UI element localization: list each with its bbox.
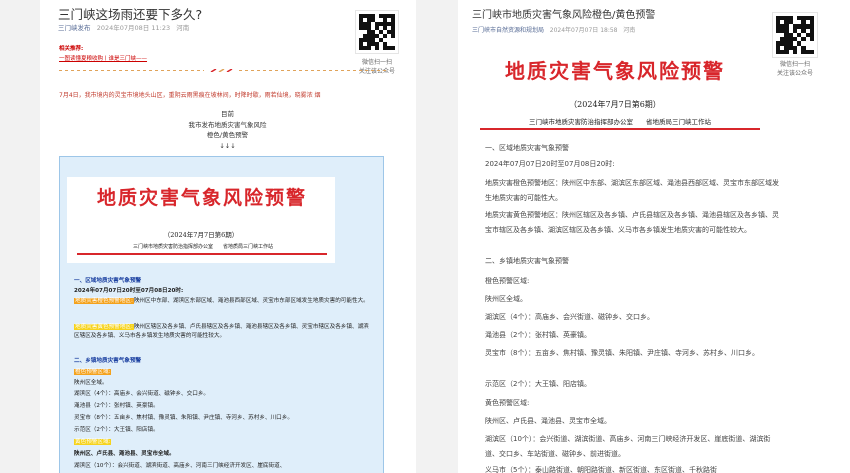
warning-office: 三门峡市地质灾害防治指挥部办公室 省地质局三门峡工作站	[529, 118, 711, 126]
orange-tag: 地质灾害橙色预警地区:	[74, 298, 134, 304]
center-line-3: 橙色/黄色预警	[206, 131, 249, 139]
town-line-mianchi: 渑池县（2个）：张村镇、英豪镇。	[485, 331, 591, 339]
article-title[interactable]: 三门峡市地质灾害气象风险橙色/黄色预警	[472, 6, 655, 21]
orange-area-label: 橙色预警区域:	[485, 277, 530, 285]
section2-heading: 二、乡镇地质灾害气象预警	[485, 257, 569, 265]
town-line-shanzhou: 陕州区全域。	[485, 295, 527, 303]
center-line-4: ↓↓↓	[219, 141, 236, 150]
town-line-yellow2: 湖滨区（10个）：会兴街道、湖滨街道、高庙乡、河南三门峡经济开发区、崖底街道、	[74, 463, 286, 469]
warning-office: 三门峡市地质灾害防治指挥部办公室 省地质局三门峡工作站	[132, 244, 273, 250]
orange-text: 陕州区中东部、湖滨区东部区域、渑池县西部区域、灵宝市东部区域发生地质灾害的可能性…	[133, 298, 369, 304]
qr-caption-line1: 微信扫一扫	[779, 61, 810, 68]
related-label: 相关推荐:	[59, 46, 84, 52]
orange-region-para: 地质灾害橙色预警地区:陕州区中东部、湖滨区东部区域、渑池县西部区域、灵宝市东部区…	[74, 297, 372, 306]
publish-datetime: 2024年07月08日 11:23	[96, 24, 171, 32]
orange-region-para: 地质灾害橙色预警地区：陕州区中东部、湖滨区东部区域、渑池县西部区域、灵宝市东部区…	[485, 179, 779, 202]
yellow-area-tag: 黄色预警区域:	[74, 439, 112, 445]
publish-datetime: 2024年07月07日 18:58	[549, 27, 618, 34]
warning-big-title: 地质灾害气象风险预警	[96, 187, 307, 209]
warning-time: 2024年07月07日20时至07月08日20时:	[74, 288, 184, 294]
town-line-yellow2: 湖滨区（10个）：会兴街道、湖滨街道、高庙乡、河南三门峡经济开发区、崖底街道、湖…	[485, 435, 771, 458]
warning-issue: （2024年7月7日第6期）	[569, 100, 661, 109]
qr-caption-line2: 关注该公众号	[776, 70, 813, 77]
town-line-shanzhou: 陕州区全域。	[74, 380, 108, 386]
center-line-2: 我市发布地质灾害气象风险	[188, 120, 267, 129]
section2-heading: 二、乡镇地质灾害气象预警	[74, 358, 142, 364]
decorative-divider	[59, 69, 389, 72]
article-meta: 三门峡发布 2024年07月08日 11:23 河南	[58, 22, 189, 32]
qr-code-icon	[772, 12, 818, 58]
qr-caption: 微信扫一扫 关注该公众号	[347, 58, 407, 76]
town-line-hubin: 湖滨区（4个）：高庙乡、会兴街道、磁钟乡、交口乡。	[485, 313, 654, 321]
orange-area-label: 橙色预警区域:	[74, 368, 372, 377]
section1-heading: 一、区域地质灾害气象预警	[485, 144, 569, 152]
center-announcement: 目前 我市发布地质灾害气象风险 橙色/黄色预警 ↓↓↓	[140, 109, 315, 151]
red-rule	[480, 128, 760, 130]
town-line-shifan: 示范区（2个）：大王镇、阳店镇。	[485, 380, 591, 388]
account-name[interactable]: 三门峡市自然资源和规划局	[472, 27, 544, 34]
right-article: 三门峡市地质灾害气象风险橙色/黄色预警 三门峡市自然资源和规划局 2024年07…	[458, 0, 850, 473]
town-line-lingbao: 灵宝市（8个）：五亩乡、焦村镇、豫灵镇、朱阳镇、尹庄镇、寺河乡、苏村乡、川口乡。	[74, 415, 293, 421]
yellow-area-label: 黄色预警区域:	[485, 399, 530, 407]
yellow-area-label: 黄色预警区域:	[74, 438, 372, 447]
town-line-yellow1: 陕州区、卢氏县、渑池县、灵宝市全域。	[74, 451, 175, 457]
yellow-region-para: 地质灾害黄色预警地区：陕州区辖区及各乡镇、卢氏县辖区及各乡镇、渑池县辖区及各乡镇…	[485, 211, 779, 234]
related-link[interactable]: 一图读懂夏粮收购丨谁是三门峡——	[59, 54, 147, 62]
yellow-region-para: 地质灾害黄色预警地区:陕州区辖区及各乡镇、卢氏县辖区及各乡镇、渑池县辖区及各乡镇…	[74, 323, 372, 341]
warning-time: 2024年07月07日20时至07月08日20时:	[485, 160, 615, 168]
town-line-yellow1: 陕州区、卢氏县、渑池县、灵宝市全域。	[485, 417, 611, 425]
left-article: 三门峡这场雨还要下多久? 三门峡发布 2024年07月08日 11:23 河南 …	[40, 0, 416, 473]
publish-location: 河南	[176, 24, 190, 32]
qr-caption-line1: 微信扫一扫	[361, 59, 392, 66]
publish-location: 河南	[623, 27, 636, 34]
account-name[interactable]: 三门峡发布	[58, 24, 91, 32]
orange-area-tag: 橙色预警区域:	[74, 369, 112, 375]
intro-paragraph: 7月4日，我市境内的灵宝市境地头山区，重阴云雨黑痕在坡林间，时降时歇，雨若仙境，…	[59, 92, 321, 99]
section1-heading: 一、区域地质灾害气象预警	[74, 278, 142, 284]
town-line-lingbao: 灵宝市（8个）：五亩乡、焦村镇、豫灵镇、朱阳镇、尹庄镇、寺河乡、苏村乡、川口乡。	[485, 349, 759, 357]
screenshot-canvas: 三门峡这场雨还要下多久? 三门峡发布 2024年07月08日 11:23 河南 …	[0, 0, 850, 473]
warning-big-title: 地质灾害气象风险预警	[505, 59, 725, 83]
qr-caption: 微信扫一扫 关注该公众号	[765, 60, 825, 78]
center-line-1: 目前	[221, 110, 234, 118]
warning-header-box: 地质灾害气象风险预警 （2024年7月7日第6期） 三门峡市地质灾害防治指挥部办…	[67, 177, 335, 263]
warning-issue: （2024年7月7日第6期）	[163, 231, 239, 239]
town-line-hubin: 湖滨区（4个）：高庙乡、会兴街道、磁钟乡、交口乡。	[74, 391, 210, 397]
article-title[interactable]: 三门峡这场雨还要下多久?	[58, 4, 202, 23]
warning-image-card: 地质灾害气象风险预警 （2024年7月7日第6期） 三门峡市地质灾害防治指挥部办…	[59, 156, 384, 473]
yellow-tag: 地质灾害黄色预警地区:	[74, 324, 134, 330]
article-meta: 三门峡市自然资源和规划局 2024年07月07日 18:58 河南	[472, 25, 635, 34]
town-line-shifan: 示范区（2个）：大王镇、阳店镇。	[74, 427, 159, 433]
qr-code-icon	[355, 10, 399, 54]
town-line-yellow3: 义马市（5个）：泰山路街道、朝阳路街道、新区街道、东区街道、千秋路街	[485, 466, 717, 473]
town-line-mianchi: 渑池县（2个）：张村镇、英豪镇。	[74, 403, 159, 409]
red-rule	[77, 253, 327, 255]
